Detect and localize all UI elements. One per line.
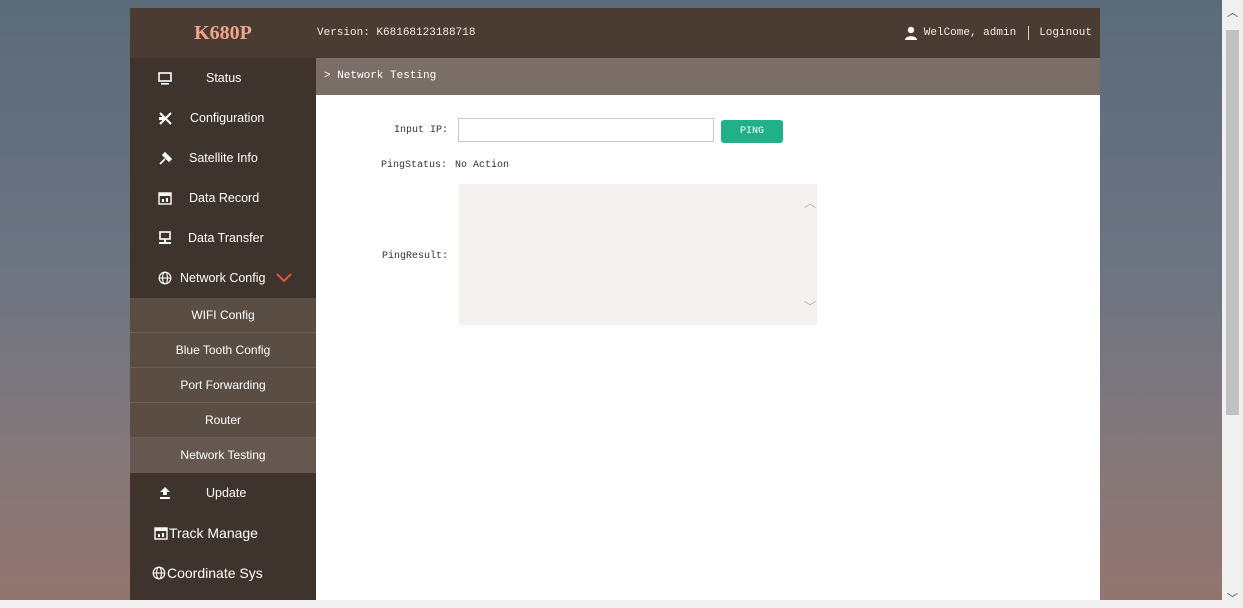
sidebar-item-label: Update: [206, 486, 247, 500]
sidebar-item-label: Data Record: [189, 191, 260, 205]
sidebar-item-satellite-info[interactable]: Satellite Info: [130, 138, 316, 178]
sidebar-item-status[interactable]: Status: [130, 58, 316, 98]
sidebar-item-label: Data Transfer: [188, 231, 264, 245]
sidebar-item-label: Coordinate Sys: [167, 565, 263, 581]
breadcrumb-text: > Network Testing: [324, 70, 437, 82]
sidebar-item-configuration[interactable]: Configuration: [130, 98, 316, 138]
scroll-up-icon[interactable]: ︿: [804, 194, 816, 211]
sidebar-item-label: Network Config: [180, 271, 266, 285]
sidebar-item-label: Configuration: [190, 111, 265, 125]
user-area: WelCome, admin Loginout: [904, 8, 1092, 58]
sidebar-item-network-config[interactable]: Network Config: [130, 258, 316, 298]
scroll-down-icon[interactable]: ﹀: [804, 298, 816, 315]
welcome-text: WelCome, admin: [923, 27, 1017, 39]
satellite-icon: [157, 150, 173, 166]
breadcrumb: > Network Testing: [316, 58, 1100, 95]
calendar-icon: [157, 190, 173, 206]
sidebar-item-label: Satellite Info: [189, 151, 258, 165]
logo: K680P: [194, 22, 252, 44]
sidebar-item-data-transfer[interactable]: Data Transfer: [130, 218, 316, 258]
submenu-item-network-testing[interactable]: Network Testing: [130, 438, 316, 473]
network-testing-panel: Input IP: PING PingStatus: No Action Pin…: [316, 95, 1100, 600]
sidebar-item-update[interactable]: Update: [130, 473, 316, 513]
scroll-down-arrow-icon[interactable]: ﹀: [1222, 590, 1243, 606]
globe-icon: [157, 270, 173, 286]
page-horizontal-scrollbar[interactable]: [0, 600, 1222, 608]
submenu-item-wifi-config[interactable]: WIFI Config: [130, 298, 316, 333]
version-label: Version:: [317, 27, 370, 39]
chevron-down-icon: [276, 272, 292, 287]
sidebar-item-label: Track Manage: [169, 525, 258, 541]
top-header: K680P Version: K68168123188718 WelCome, …: [130, 8, 1100, 58]
globe-icon: [151, 565, 167, 581]
sidebar-item-label: Status: [206, 71, 242, 85]
sidebar: Status Configuration Satellite Info Data…: [130, 58, 316, 600]
calendar-icon: [153, 525, 169, 541]
app-window: K680P Version: K68168123188718 WelCome, …: [130, 8, 1100, 600]
monitor-icon: [157, 70, 173, 86]
scrollbar-thumb[interactable]: [1226, 30, 1239, 415]
tools-icon: [157, 110, 173, 126]
scroll-up-arrow-icon[interactable]: ︿: [1222, 4, 1243, 20]
version-value: K68168123188718: [376, 27, 476, 39]
input-ip-label: Input IP:: [393, 125, 448, 136]
header-divider: [1028, 26, 1030, 40]
network-icon: [157, 230, 173, 246]
page-vertical-scrollbar[interactable]: ︿ ﹀: [1222, 0, 1243, 608]
sidebar-item-data-record[interactable]: Data Record: [130, 178, 316, 218]
sidebar-item-track-manage[interactable]: Track Manage: [130, 513, 316, 553]
ping-result-label: PingResult:: [381, 251, 448, 262]
network-config-submenu: WIFI Config Blue Tooth Config Port Forwa…: [130, 298, 316, 473]
submenu-item-port-forwarding[interactable]: Port Forwarding: [130, 368, 316, 403]
sidebar-item-coordinate-sys[interactable]: Coordinate Sys: [130, 553, 316, 593]
ping-button[interactable]: PING: [721, 120, 783, 143]
upload-icon: [157, 485, 173, 501]
ip-input[interactable]: [458, 118, 714, 142]
submenu-item-bluetooth-config[interactable]: Blue Tooth Config: [130, 333, 316, 368]
logout-link[interactable]: Loginout: [1039, 27, 1092, 39]
ping-status-label: PingStatus:: [380, 160, 447, 171]
user-icon: [904, 26, 918, 40]
ping-status-value: No Action: [455, 160, 510, 171]
ping-result-textarea[interactable]: ︿ ﹀: [459, 184, 817, 325]
version-text: Version: K68168123188718: [317, 8, 475, 58]
submenu-item-router[interactable]: Router: [130, 403, 316, 438]
